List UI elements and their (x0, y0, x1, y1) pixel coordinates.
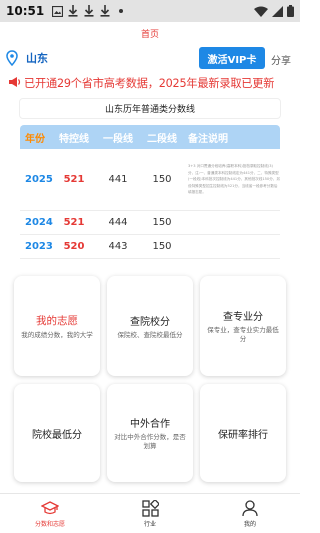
megaphone-icon (8, 76, 21, 91)
signal-icon (272, 2, 283, 21)
graduation-cap-icon (40, 499, 60, 517)
card-title: 查专业分 (223, 312, 263, 323)
column-header-tier2: 二段线 (147, 133, 177, 145)
header: 首页 (0, 22, 300, 44)
card-subtitle: 我的成绩分数，我的大学 (21, 330, 93, 339)
card-subtitle: 对比中外合作分数，是否划算 (114, 433, 186, 450)
table-row: 2024 521 444 150 (20, 211, 280, 235)
card-my-wishes[interactable]: 我的志愿 我的成绩分数，我的大学 (14, 276, 100, 376)
column-header-year: 年份 (25, 133, 45, 145)
province-selector[interactable]: 山东 (26, 50, 48, 66)
row-tier1: 443 (108, 241, 128, 252)
nav-item-industry[interactable]: 行业 (100, 494, 200, 533)
download-icon (66, 4, 80, 18)
column-header-note: 备注说明 (188, 133, 228, 145)
table-row: 2023 520 443 150 (20, 235, 280, 259)
table-row: 2025 521 441 150 3+3 对口贯通分段培养(高职本科)投档录取控… (20, 149, 280, 211)
notice-text: 已开通29个省市高考数据，2025年最新录取已更新 (24, 77, 275, 90)
column-header-tier1: 一段线 (103, 133, 133, 145)
apps-grid-icon (140, 499, 160, 517)
card-college-scores[interactable]: 查院校分 保院校、查院校最低分 (107, 276, 193, 376)
row-tier2: 150 (152, 217, 172, 228)
card-subtitle: 保院校、查院校最低分 (117, 330, 183, 339)
row-year: 2023 (25, 241, 53, 252)
download-icon (82, 4, 96, 18)
row-year: 2025 (25, 174, 53, 185)
bottom-nav: 分数和志愿 行业 我的 (0, 493, 300, 533)
status-time: 10:51 (6, 4, 45, 18)
card-college-min-score[interactable]: 院校最低分 (14, 384, 100, 482)
page-title: 首页 (140, 29, 159, 40)
score-table: 年份 特控线 一段线 二段线 备注说明 2025 521 441 150 3+3… (20, 125, 280, 259)
card-subtitle: 保专业，查专业实力最低分 (207, 326, 279, 343)
card-title: 中外合作 (130, 419, 170, 430)
row-note: 3+3 对口贯通分段培养(高职本科)投档录取控制线(3)分，注:一、普通类本科控… (188, 164, 280, 195)
battery-icon (287, 2, 294, 21)
card-title: 查院校分 (130, 316, 170, 328)
card-postgrad-rank[interactable]: 保研率排行 (200, 384, 286, 482)
activate-vip-button[interactable]: 激活VIP卡 (199, 47, 265, 69)
score-table-title: 山东历年普通类分数线 (19, 98, 281, 119)
nav-label: 分数和志愿 (34, 521, 65, 528)
dot-icon (114, 4, 128, 18)
image-notification-icon (50, 4, 64, 18)
notice-banner: 已开通29个省市高考数据，2025年最新录取已更新 (8, 73, 298, 93)
card-sino-foreign[interactable]: 中外合作 对比中外合作分数，是否划算 (107, 384, 193, 482)
nav-label: 行业 (143, 521, 156, 528)
row-tier2: 150 (152, 241, 172, 252)
wifi-icon (254, 2, 268, 21)
download-icon (98, 4, 112, 18)
row-year: 2024 (25, 217, 53, 228)
row-tier1: 444 (108, 217, 128, 228)
location-pin-icon[interactable] (6, 50, 20, 66)
card-title: 保研率排行 (218, 429, 268, 441)
nav-label: 我的 (243, 521, 256, 528)
share-button[interactable]: 分享 (271, 52, 291, 67)
row-special: 520 (63, 241, 85, 252)
status-bar: 10:51 (0, 0, 300, 22)
nav-item-mine[interactable]: 我的 (200, 494, 300, 533)
user-icon (240, 499, 260, 517)
card-title: 院校最低分 (32, 429, 82, 441)
row-special: 521 (63, 174, 85, 185)
row-tier2: 150 (152, 174, 172, 185)
row-tier1: 441 (108, 174, 128, 185)
card-title: 我的志愿 (36, 314, 78, 327)
row-special: 521 (63, 217, 85, 228)
column-header-special: 特控线 (59, 133, 89, 145)
location-row: 山东 激活VIP卡 分享 (0, 44, 300, 72)
status-right (254, 2, 294, 21)
card-major-scores[interactable]: 查专业分 保专业，查专业实力最低分 (200, 276, 286, 376)
table-header: 年份 特控线 一段线 二段线 备注说明 (20, 125, 280, 149)
nav-item-scores[interactable]: 分数和志愿 (0, 494, 100, 533)
